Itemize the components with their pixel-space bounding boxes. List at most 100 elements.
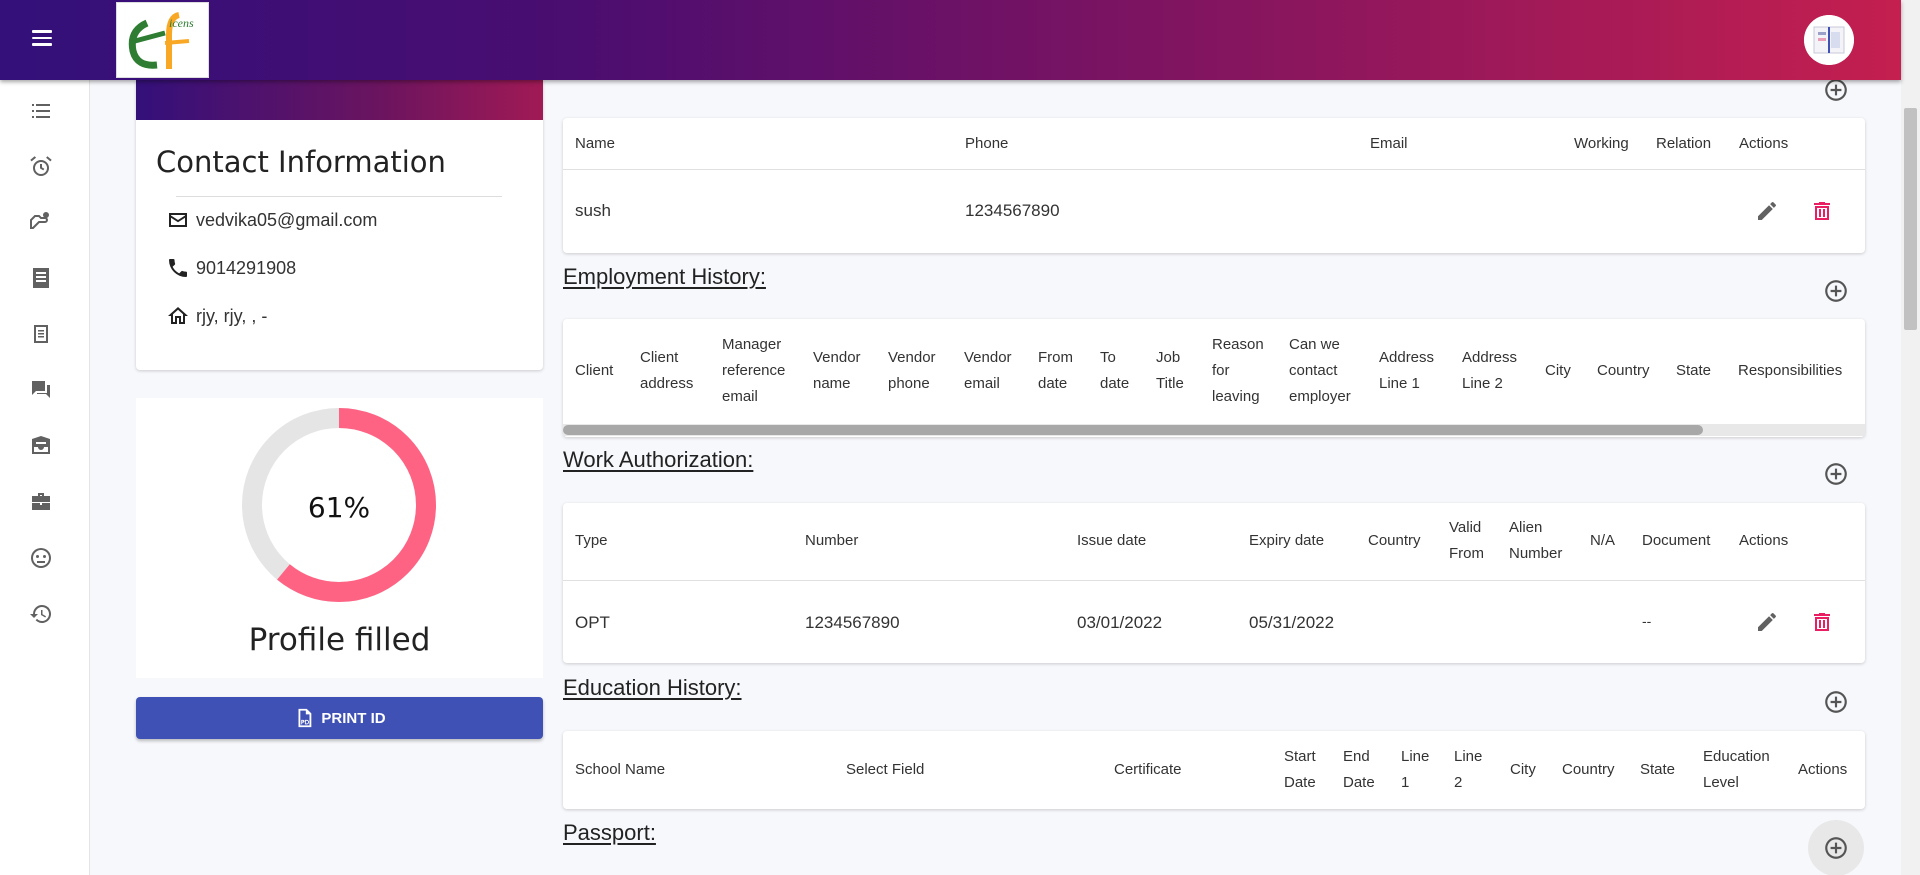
contact-title: Contact Information <box>156 145 446 179</box>
add-passport-button[interactable] <box>1808 820 1864 875</box>
horizontal-scrollbar[interactable] <box>563 424 1865 436</box>
trash-icon <box>1814 613 1830 631</box>
col-header: Country <box>1368 532 1421 549</box>
col-header: End Date <box>1343 748 1375 791</box>
emergency-contacts-table: Name Phone Email Working Relation Action… <box>563 118 1865 253</box>
alarm-icon[interactable] <box>28 154 54 180</box>
pencil-icon <box>1758 201 1776 220</box>
row-divider <box>563 169 1865 170</box>
col-header: City <box>1510 761 1536 778</box>
table-cell: sush <box>575 201 611 220</box>
col-header: Expiry date <box>1249 532 1325 549</box>
table-cell: 03/01/2022 <box>1077 613 1163 632</box>
inbox-icon[interactable] <box>28 433 54 459</box>
delete-button[interactable] <box>1808 197 1836 225</box>
profile-filled-label: Profile filled <box>248 622 431 658</box>
contact-card: Contact Information vedvika05@gmail.com … <box>136 80 543 370</box>
face-icon[interactable] <box>28 545 54 571</box>
table-cell: OPT <box>575 613 610 632</box>
education-history-title: Education History: <box>563 675 742 700</box>
col-header: Document <box>1642 532 1711 549</box>
print-id-label: PRINT ID <box>321 709 386 727</box>
table-cell: 1234567890 <box>805 613 900 632</box>
col-header: Type <box>575 532 608 549</box>
col-header: Country <box>1562 761 1615 778</box>
col-header: Name <box>575 135 616 152</box>
company-logo[interactable]: icens <box>116 2 209 78</box>
col-header: N/A <box>1590 532 1616 549</box>
add-circle-icon <box>1825 691 1847 713</box>
education-history-table: School Name Select Field Certificate Sta… <box>563 731 1865 809</box>
col-header: Actions <box>1739 532 1789 549</box>
home-icon <box>168 307 188 324</box>
col-header: Country <box>1597 362 1650 379</box>
horizontal-scroll-thumb[interactable] <box>563 425 1703 435</box>
user-avatar[interactable] <box>1804 15 1854 65</box>
table-cell: 05/31/2022 <box>1249 613 1335 632</box>
hand-money-icon[interactable] <box>28 209 54 235</box>
row-divider <box>563 580 1865 581</box>
col-header: State <box>1640 761 1676 778</box>
col-header: Alien Number <box>1509 519 1563 562</box>
employment-history-table: Client Client address Manager reference … <box>563 319 1865 437</box>
col-header: Working <box>1574 135 1629 152</box>
add-work-authorization-button[interactable] <box>1820 458 1852 490</box>
col-header: Job Title <box>1156 349 1184 392</box>
col-header: Address Line 1 <box>1379 349 1435 392</box>
passport-title: Passport: <box>563 820 656 845</box>
print-id-button[interactable]: PRINT ID <box>136 697 543 739</box>
top-app-bar: icens <box>0 0 1901 80</box>
delete-button[interactable] <box>1808 608 1836 636</box>
col-header: Address Line 2 <box>1462 349 1518 392</box>
col-header: Manager reference email <box>722 336 786 405</box>
contact-email-row: vedvika05@gmail.com <box>166 208 377 232</box>
col-header: Vendor email <box>964 349 1012 392</box>
col-header: Line 2 <box>1454 748 1483 791</box>
col-header: Number <box>805 532 859 549</box>
edit-button[interactable] <box>1753 197 1781 225</box>
menu-icon[interactable] <box>26 26 58 54</box>
pencil-icon <box>1758 612 1776 631</box>
edit-button[interactable] <box>1753 608 1781 636</box>
col-header: School Name <box>575 761 666 778</box>
history-icon[interactable] <box>28 601 54 627</box>
col-header: Certificate <box>1114 761 1182 778</box>
profile-completion-card: 61% Profile filled <box>136 398 543 678</box>
col-header: Client <box>575 362 614 379</box>
col-header: Start Date <box>1284 748 1316 791</box>
col-header: Actions <box>1798 761 1848 778</box>
col-header: Reason for leaving <box>1212 336 1264 405</box>
col-header: Vendor name <box>813 349 861 392</box>
col-header: Education Level <box>1703 748 1770 791</box>
add-employment-button[interactable] <box>1820 275 1852 307</box>
col-header: State <box>1676 362 1712 379</box>
col-header: Phone <box>965 135 1009 152</box>
pdf-icon <box>298 708 312 728</box>
col-header: Can we contact employer <box>1289 336 1351 405</box>
table-cell: 1234567890 <box>965 201 1060 220</box>
chat-icon[interactable] <box>28 377 54 403</box>
col-header: Client address <box>640 349 694 392</box>
page-scrollbar[interactable] <box>1901 0 1920 875</box>
work-authorization-title: Work Authorization: <box>563 447 754 472</box>
col-header: Valid From <box>1449 519 1484 562</box>
add-circle-icon <box>1825 463 1847 485</box>
add-education-button[interactable] <box>1820 686 1852 718</box>
contact-phone: 9014291908 <box>196 257 297 278</box>
col-header: Email <box>1370 135 1408 152</box>
phone-icon <box>169 259 187 277</box>
briefcase-icon[interactable] <box>28 489 54 515</box>
page-scroll-thumb[interactable] <box>1904 108 1917 330</box>
receipt-icon[interactable] <box>28 265 54 291</box>
col-header: Issue date <box>1077 532 1147 549</box>
checklist-icon[interactable] <box>28 98 54 124</box>
document-icon[interactable] <box>28 321 54 347</box>
svg-text:icens: icens <box>169 16 194 30</box>
sidebar <box>0 80 90 875</box>
contact-card-header <box>136 80 543 120</box>
contact-phone-row: 9014291908 <box>166 256 296 280</box>
col-header: Relation <box>1656 135 1712 152</box>
divider <box>176 196 502 197</box>
col-header: Vendor phone <box>888 349 936 392</box>
col-header: Actions <box>1739 135 1789 152</box>
